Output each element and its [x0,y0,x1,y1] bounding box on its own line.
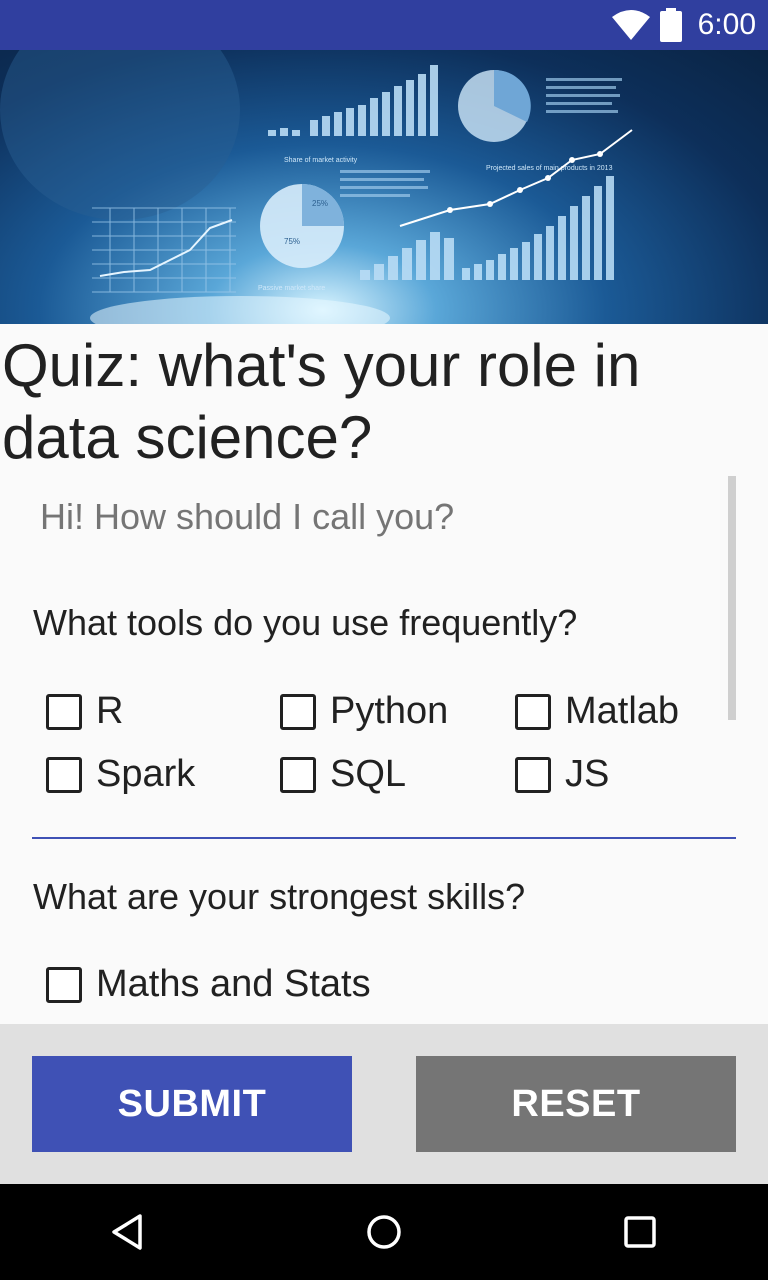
checkbox-box[interactable] [46,693,82,730]
submit-button[interactable]: SUBMIT [32,1056,352,1152]
checkbox-label: SQL [330,753,407,795]
scrollbar[interactable] [728,476,736,720]
status-bar: 6:00 [0,0,768,50]
projected-sales-label: Projected sales of main products in 2013 [486,165,613,172]
tool-checkbox-python[interactable]: Python [280,690,448,733]
quiz-title: Quiz: what's your role in data science? [2,332,641,471]
tool-checkbox-spark[interactable]: Spark [46,753,195,796]
recents-icon[interactable] [620,1212,660,1252]
name-input[interactable] [40,496,700,538]
tools-question: What tools do you use frequently? [33,602,578,643]
checkbox-label: R [96,690,124,732]
section-divider [32,837,736,839]
checkbox-box[interactable] [46,966,82,1003]
checkbox-label: Spark [96,753,196,795]
checkbox-label: Matlab [565,690,680,732]
battery-icon [659,8,682,42]
tool-checkbox-matlab[interactable]: Matlab [515,690,679,733]
pie-25-label: 25% [312,199,328,208]
skill-checkbox-maths-stats[interactable]: Maths and Stats [46,963,371,1006]
home-icon[interactable] [364,1212,404,1252]
navigation-bar [0,1184,768,1280]
checkbox-label: Python [330,690,449,732]
reset-button[interactable]: RESET [416,1056,736,1152]
hero-image: Share of market activity Projected sales… [0,50,768,324]
status-time: 6:00 [697,8,756,41]
share-market-label: Share of market activity [284,157,358,164]
tool-checkbox-sql[interactable]: SQL [280,753,406,796]
skills-question: What are your strongest skills? [33,876,526,917]
wifi-icon [611,10,650,40]
checkbox-box[interactable] [280,756,316,793]
button-bar: SUBMIT RESET [0,1024,768,1184]
checkbox-label: Maths and Stats [96,963,371,1005]
checkbox-box[interactable] [515,756,551,793]
checkbox-label: JS [565,753,610,795]
data-visualization-illustration: Share of market activity Projected sales… [0,50,633,324]
quiz-form[interactable]: What tools do you use frequently? R Pyth… [0,476,768,1024]
checkbox-box[interactable] [46,756,82,793]
pie-75-label: 75% [284,237,300,246]
checkbox-box[interactable] [280,693,316,730]
checkbox-box[interactable] [515,693,551,730]
tool-checkbox-js[interactable]: JS [515,753,609,796]
tool-checkbox-r[interactable]: R [46,690,123,733]
passive-market-label: Passive market share [258,285,325,292]
status-icons: 6:00 [611,8,756,42]
back-icon[interactable] [108,1212,148,1252]
